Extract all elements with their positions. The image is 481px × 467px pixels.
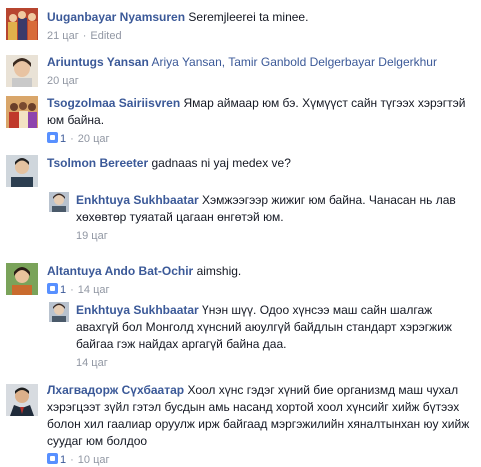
separator: · — [70, 133, 74, 145]
comment-body: Tsogzolmaa Sairiisvren Ямар аймаар юм бэ… — [47, 95, 475, 146]
comment-body: Лхагвадорж Сүхбаатар Хоол хүнс гэдэг хүн… — [47, 382, 475, 467]
author-link[interactable]: Uuganbayar Nyamsuren — [47, 10, 185, 24]
separator: · — [82, 30, 87, 42]
author-link[interactable]: Tsogzolmaa Sairiisvren — [47, 96, 180, 110]
edited-label[interactable]: Edited — [90, 30, 121, 42]
timestamp[interactable]: 19 цаг — [76, 230, 108, 242]
avatar[interactable] — [6, 155, 38, 187]
comment-body: Uuganbayar Nyamsuren Seremjleerei ta min… — [47, 9, 475, 43]
reply: Enkhtuya Sukhbaatar Хэмжээгээр жижиг юм … — [0, 188, 481, 250]
reply: Enkhtuya Sukhbaatar Үнэн шүү. Одоо хүнсэ… — [0, 296, 481, 370]
comment-text: gadnaas ni yaj medex ve? — [151, 156, 291, 170]
comment-meta: 1 · 20 цаг — [47, 132, 475, 146]
timestamp[interactable]: 14 цаг — [78, 284, 110, 296]
timestamp[interactable]: 21 цаг — [47, 30, 79, 42]
author-link[interactable]: Лхагвадорж Сүхбаатар — [47, 383, 184, 397]
comment-meta: 1 · 10 цаг — [47, 453, 475, 467]
comment-meta: 21 цаг · Edited — [47, 29, 475, 43]
comment-body: Ariuntugs Yansan Ariya Yansan, Tamir Gan… — [47, 54, 475, 88]
timestamp[interactable]: 20 цаг — [78, 133, 110, 145]
like-icon — [47, 132, 58, 143]
separator: · — [70, 454, 74, 466]
comment: Tsogzolmaa Sairiisvren Ямар аймаар юм бэ… — [0, 92, 481, 150]
avatar[interactable] — [6, 96, 38, 128]
author-link[interactable]: Tsolmon Bereeter — [47, 156, 148, 170]
timestamp[interactable]: 20 цаг — [47, 75, 79, 87]
comment-body: Enkhtuya Sukhbaatar Үнэн шүү. Одоо хүнсэ… — [76, 302, 475, 370]
author-link[interactable]: Enkhtuya Sukhbaatar — [76, 193, 199, 207]
timestamp[interactable]: 14 цаг — [76, 357, 108, 369]
comment-meta: 19 цаг — [76, 229, 475, 243]
avatar[interactable] — [6, 55, 38, 87]
author-link[interactable]: Enkhtuya Sukhbaatar — [76, 303, 199, 317]
comment: Altantuya Ando Bat-Ochir aimshig. 1 · 14 ц… — [0, 261, 481, 297]
comment: Лхагвадорж Сүхбаатар Хоол хүнс гэдэг хүн… — [0, 380, 481, 466]
avatar[interactable] — [6, 263, 38, 295]
avatar[interactable] — [49, 192, 69, 212]
mentions-text[interactable]: Ariya Yansan, Tamir Ganbold Delgerbayar … — [151, 55, 436, 69]
author-link[interactable]: Altantuya Ando Bat-Ochir — [47, 264, 193, 278]
comment-text: aimshig. — [196, 264, 242, 278]
avatar[interactable] — [6, 8, 38, 40]
comment-body: Tsolmon Bereeter gadnaas ni yaj medex ve… — [47, 155, 475, 172]
comment: Ariuntugs Yansan Ariya Yansan, Tamir Gan… — [0, 48, 481, 92]
avatar[interactable] — [6, 384, 38, 416]
comment-body: Altantuya Ando Bat-Ochir aimshig. 1 · 14 ц… — [47, 263, 475, 297]
like-icon — [47, 453, 58, 464]
comment-meta: 20 цаг — [47, 74, 475, 88]
avatar[interactable] — [49, 302, 69, 322]
author-link[interactable]: Ariuntugs Yansan — [47, 55, 149, 69]
comment-body: Enkhtuya Sukhbaatar Хэмжээгээр жижиг юм … — [76, 192, 475, 243]
comment-text: Seremjleerei ta minee. — [188, 10, 309, 24]
comment-meta: 14 цаг — [76, 356, 475, 370]
like-icon — [47, 283, 58, 294]
timestamp[interactable]: 10 цаг — [78, 454, 110, 466]
separator: · — [70, 284, 74, 296]
comment: Uuganbayar Nyamsuren Seremjleerei ta min… — [0, 0, 481, 44]
comment: Tsolmon Bereeter gadnaas ni yaj medex ve… — [0, 152, 481, 188]
comment-meta: 1 · 14 цаг — [47, 283, 475, 297]
